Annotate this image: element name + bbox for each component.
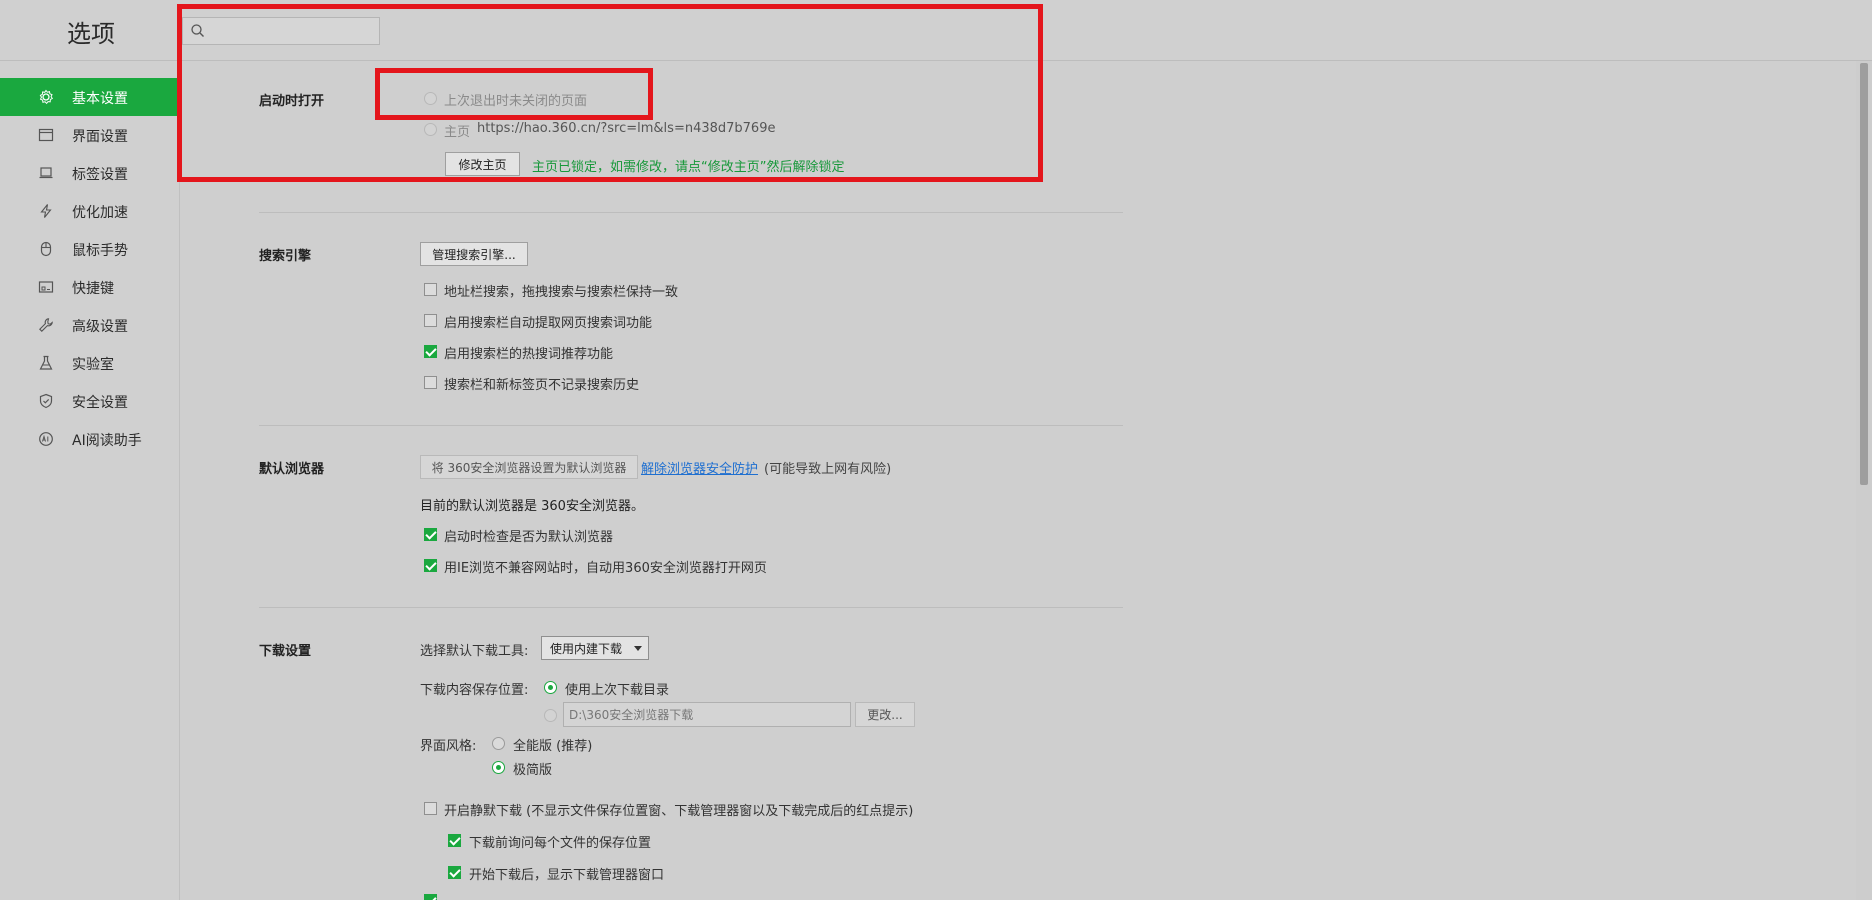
startup-last-session-radio[interactable] — [424, 92, 437, 105]
interface-style-label: 界面风格: — [420, 739, 477, 754]
sidebar-item-label: 高级设置 — [72, 319, 128, 335]
tab-icon — [38, 165, 54, 181]
startup-section-label: 启动时打开 — [259, 94, 325, 109]
sidebar-item-label: 优化加速 — [72, 205, 128, 221]
risk-note: (可能导致上网有风险) — [764, 462, 892, 477]
section-divider — [259, 212, 1123, 213]
check-default-on-startup-checkbox[interactable] — [424, 528, 437, 541]
sidebar-item-tabs[interactable]: 标签设置 — [0, 154, 180, 192]
sidebar-item-optimize[interactable]: 优化加速 — [0, 192, 180, 230]
use-last-dir-radio[interactable] — [544, 681, 557, 694]
search-option-checkbox[interactable] — [424, 314, 437, 327]
default-browser-status: 目前的默认浏览器是 360安全浏览器。 — [420, 499, 644, 514]
silent-download-checkbox[interactable] — [424, 802, 437, 815]
flask-icon — [38, 355, 54, 371]
startup-homepage-label: 主页 — [444, 125, 471, 140]
modify-homepage-button[interactable]: 修改主页 — [445, 152, 520, 176]
ie-compat-checkbox[interactable] — [424, 559, 437, 572]
search-option-checkbox[interactable] — [424, 376, 437, 389]
sidebar-item-label: 标签设置 — [72, 167, 128, 183]
unlock-protection-link[interactable]: 解除浏览器安全防护 — [641, 458, 758, 477]
partial-checkbox[interactable] — [424, 894, 437, 900]
ie-compat-label: 用IE浏览不兼容网站时，自动用360安全浏览器打开网页 — [444, 561, 767, 576]
gear-icon — [38, 89, 54, 105]
sidebar-item-ai-reader[interactable]: AI阅读助手 — [0, 420, 180, 458]
sidebar-item-label: 基本设置 — [72, 91, 128, 107]
sidebar-item-label: 安全设置 — [72, 395, 128, 411]
lightning-icon — [38, 203, 54, 219]
sidebar-item-security[interactable]: 安全设置 — [0, 382, 180, 420]
search-input[interactable] — [209, 21, 374, 41]
homepage-lock-notice: 主页已锁定，如需修改，请点“修改主页”然后解除锁定 — [532, 160, 845, 175]
sidebar-item-label: 界面设置 — [72, 129, 128, 145]
section-divider — [259, 425, 1123, 426]
sidebar-item-label: AI阅读助手 — [72, 433, 142, 449]
sidebar-item-interface[interactable]: 界面设置 — [0, 116, 180, 154]
check-default-on-startup-label: 启动时检查是否为默认浏览器 — [444, 530, 614, 545]
style-simple-radio[interactable] — [492, 761, 505, 774]
search-icon — [190, 23, 206, 39]
startup-last-session-label: 上次退出时未关闭的页面 — [444, 94, 588, 109]
section-divider — [259, 607, 1123, 608]
ask-location-label: 下载前询问每个文件的保存位置 — [469, 836, 652, 851]
search-option-label: 启用搜索栏的热搜词推荐功能 — [444, 347, 614, 362]
ask-location-checkbox[interactable] — [448, 834, 461, 847]
style-simple-label: 极简版 — [513, 763, 553, 778]
use-last-dir-label: 使用上次下载目录 — [565, 683, 670, 698]
scrollbar[interactable] — [1856, 61, 1872, 900]
chevron-down-icon — [634, 646, 642, 651]
search-option-checkbox[interactable] — [424, 283, 437, 296]
ai-icon — [38, 431, 54, 447]
download-section-label: 下载设置 — [259, 644, 312, 659]
header: 选项 — [0, 0, 1872, 61]
wrench-icon — [38, 317, 54, 333]
mouse-icon — [38, 241, 54, 257]
search-option-checkbox[interactable] — [424, 345, 437, 358]
search-box[interactable] — [182, 17, 380, 45]
sidebar-item-label: 鼠标手势 — [72, 243, 128, 259]
style-full-radio[interactable] — [492, 737, 505, 750]
search-option-label: 搜索栏和新标签页不记录搜索历史 — [444, 378, 640, 393]
show-manager-label: 开始下载后，显示下载管理器窗口 — [469, 868, 665, 883]
download-path-field[interactable]: D:\360安全浏览器下载 — [563, 702, 851, 727]
sidebar: 基本设置 界面设置 标签设置 优化加速 鼠标手势 快捷键 高级设置 实验室 安全… — [0, 61, 180, 900]
silent-download-label: 开启静默下载 (不显示文件保存位置窗、下载管理器窗以及下载完成后的红点提示) — [444, 804, 914, 819]
search-option-label: 地址栏搜索，拖拽搜索与搜索栏保持一致 — [444, 285, 679, 300]
sidebar-item-mouse-gesture[interactable]: 鼠标手势 — [0, 230, 180, 268]
style-full-label: 全能版 (推荐) — [513, 739, 593, 754]
download-tool-label: 选择默认下载工具: — [420, 644, 529, 659]
homepage-url: https://hao.360.cn/?src=lm&ls=n438d7b769… — [477, 121, 776, 136]
search-engine-section-label: 搜索引擎 — [259, 249, 312, 264]
scrollbar-thumb[interactable] — [1860, 63, 1868, 485]
default-browser-section-label: 默认浏览器 — [259, 462, 325, 477]
download-tool-value: 使用内建下载 — [550, 641, 623, 656]
change-path-button[interactable]: 更改... — [855, 702, 915, 727]
set-default-browser-button[interactable]: 将 360安全浏览器设置为默认浏览器 — [420, 455, 638, 479]
search-option-label: 启用搜索栏自动提取网页搜索词功能 — [444, 316, 653, 331]
window-icon — [38, 127, 54, 143]
show-manager-checkbox[interactable] — [448, 866, 461, 879]
startup-homepage-radio[interactable] — [424, 123, 437, 136]
sidebar-item-label: 快捷键 — [72, 281, 114, 297]
keyboard-icon — [38, 279, 54, 295]
page-title: 选项 — [67, 20, 115, 48]
sidebar-item-lab[interactable]: 实验室 — [0, 344, 180, 382]
sidebar-item-basic[interactable]: 基本设置 — [0, 78, 180, 116]
sidebar-item-label: 实验室 — [72, 357, 114, 373]
shield-icon — [38, 393, 54, 409]
custom-path-radio[interactable] — [544, 709, 557, 722]
download-tool-select[interactable]: 使用内建下载 — [541, 636, 649, 660]
download-location-label: 下载内容保存位置: — [420, 683, 529, 698]
sidebar-item-shortcuts[interactable]: 快捷键 — [0, 268, 180, 306]
sidebar-item-advanced[interactable]: 高级设置 — [0, 306, 180, 344]
manage-search-engines-button[interactable]: 管理搜索引擎... — [420, 242, 528, 266]
